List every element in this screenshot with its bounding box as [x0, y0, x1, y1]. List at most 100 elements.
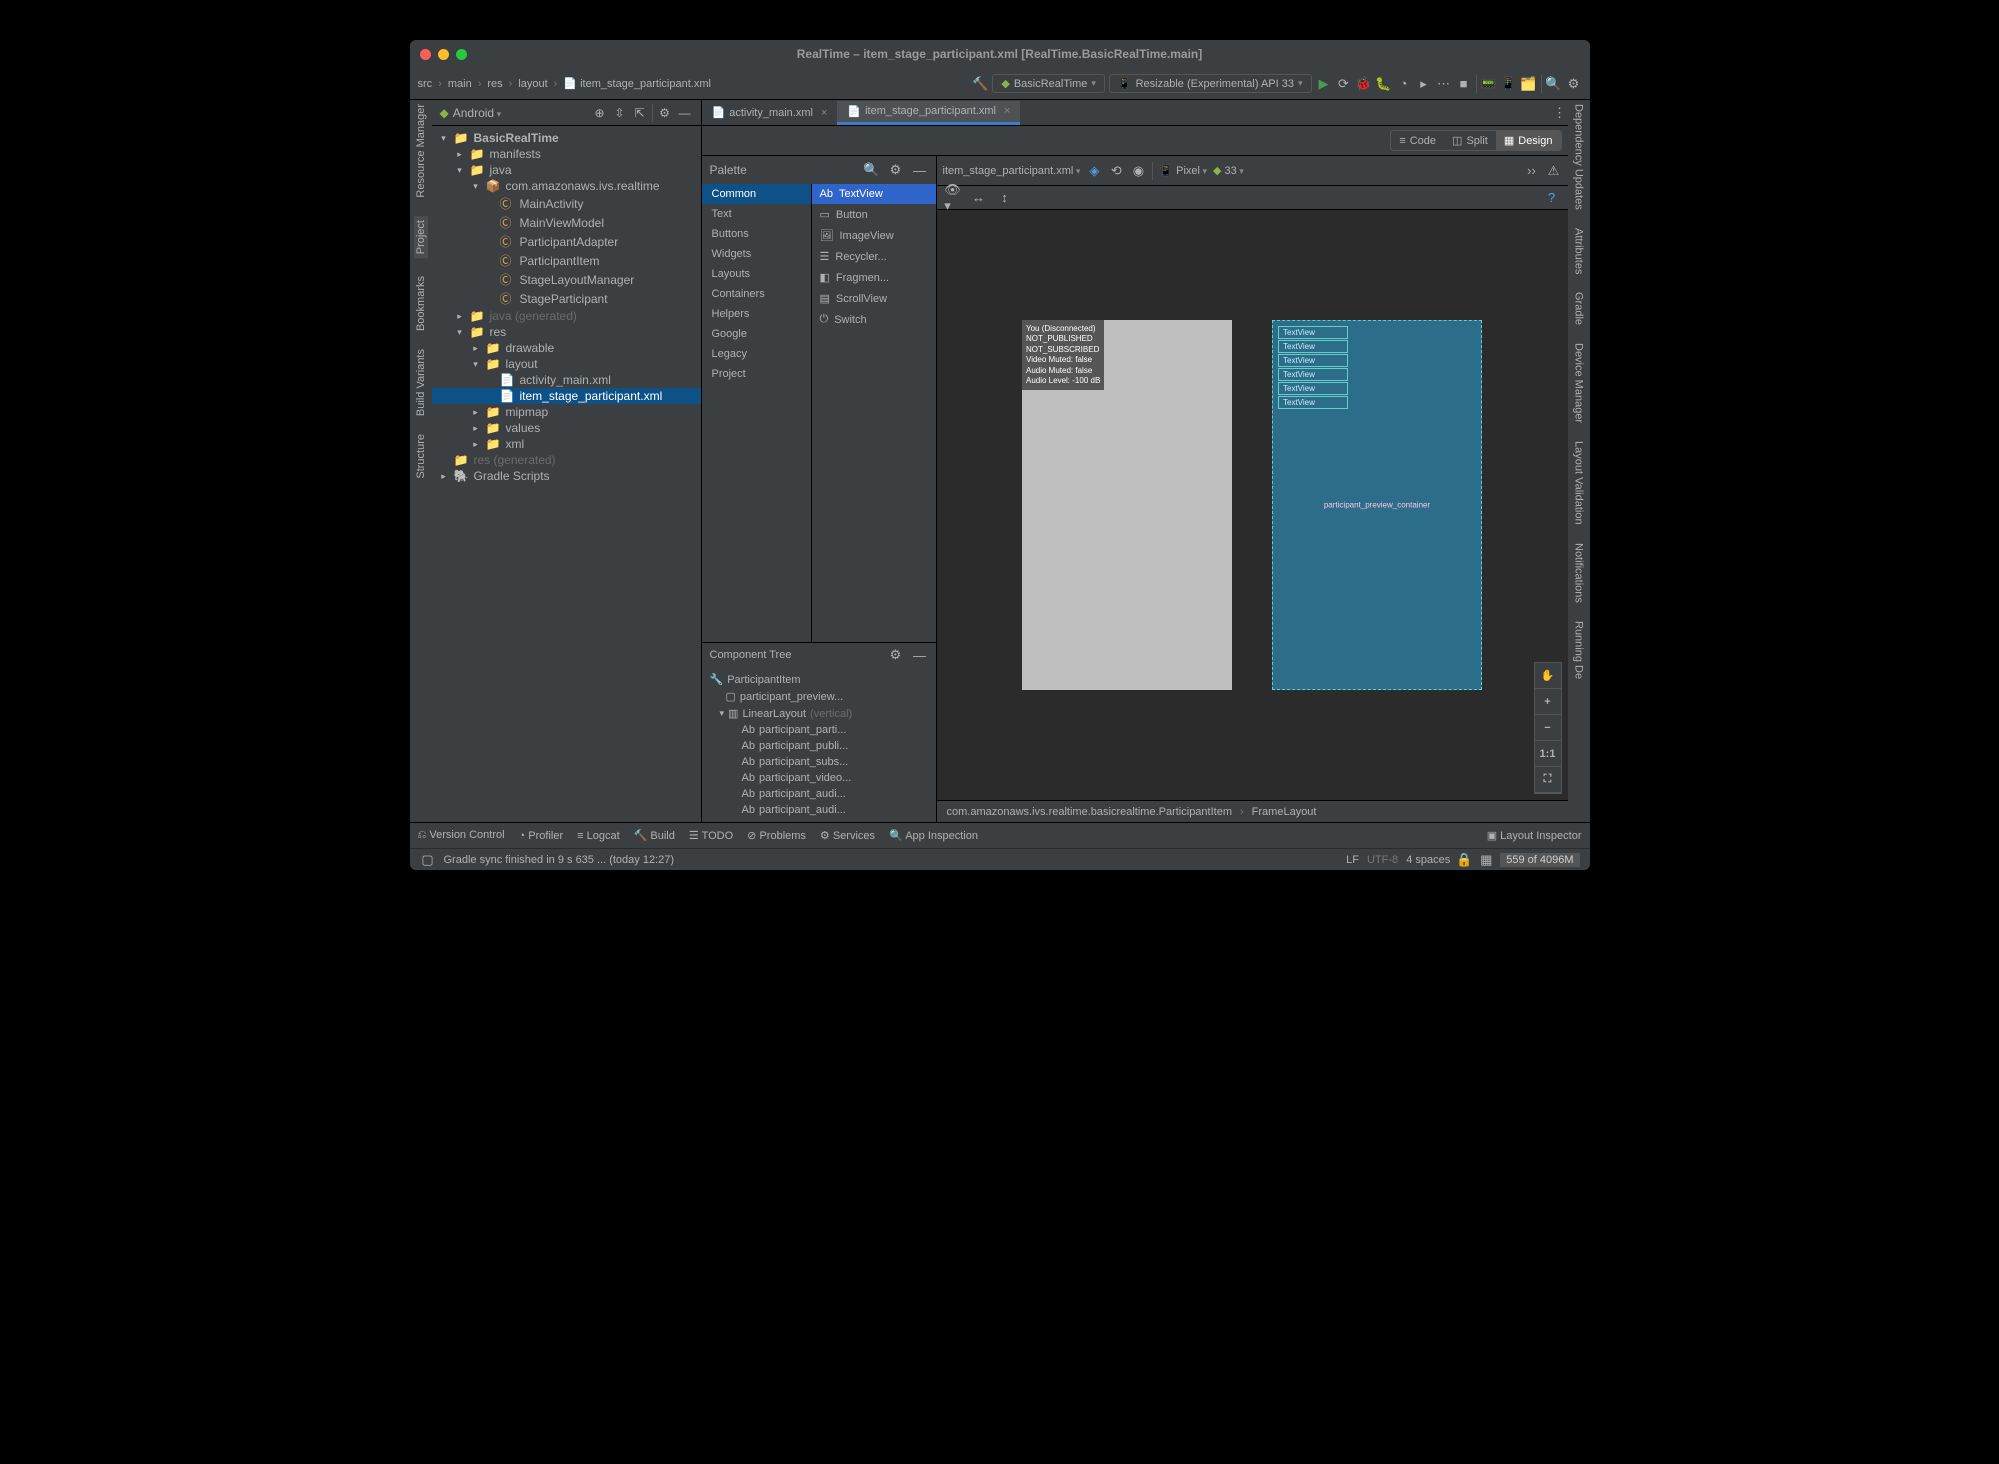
tree-manifests[interactable]: ▸📁manifests: [432, 146, 701, 162]
tree-class[interactable]: ⒸMainViewModel: [432, 213, 701, 232]
palette-widget[interactable]: ◧Fragmen...: [812, 267, 936, 288]
maximize-icon[interactable]: [456, 49, 467, 60]
rail-structure[interactable]: Structure: [415, 434, 427, 479]
settings-icon[interactable]: [1566, 76, 1582, 92]
bottom-tab[interactable]: 🔨 Build: [634, 829, 675, 842]
lock-icon[interactable]: 🔒: [1456, 852, 1472, 868]
encoding[interactable]: UTF-8: [1367, 854, 1398, 866]
palette-category[interactable]: Containers: [702, 284, 811, 304]
blueprint-item[interactable]: TextView: [1278, 326, 1348, 339]
tree-package[interactable]: ▾📦com.amazonaws.ivs.realtime: [432, 178, 701, 194]
component-tree-body[interactable]: 🔧ParticipantItem ▢participant_preview...…: [702, 667, 936, 822]
rail-running[interactable]: Running De: [1573, 621, 1585, 679]
rotate-icon[interactable]: ⟲: [1108, 163, 1124, 179]
tree-mipmap[interactable]: ▸📁mipmap: [432, 404, 701, 420]
run-config-device[interactable]: Resizable (Experimental) API 33: [1109, 74, 1312, 93]
debug-icon[interactable]: 🐞: [1356, 76, 1372, 92]
zoom-in-button[interactable]: +: [1535, 689, 1561, 715]
design-crumb-child[interactable]: FrameLayout: [1252, 806, 1317, 818]
apply-changes-icon[interactable]: ⟳: [1336, 76, 1352, 92]
tree-java-gen[interactable]: ▸📁java (generated): [432, 308, 701, 324]
resize-v-icon[interactable]: ↕: [997, 190, 1013, 206]
sdk-icon[interactable]: 📱: [1501, 76, 1517, 92]
target-icon[interactable]: ⊕: [592, 105, 608, 121]
ct-item[interactable]: Abparticipant_audi...: [702, 802, 936, 818]
ct-item[interactable]: ▢participant_preview...: [702, 688, 936, 705]
breadcrumb[interactable]: src main res layout 📄 item_stage_partici…: [418, 77, 711, 90]
palette-widget[interactable]: ☰Recycler...: [812, 246, 936, 267]
palette-category[interactable]: Google: [702, 324, 811, 344]
palette-widget[interactable]: 🖼ImageView: [812, 225, 936, 246]
crumb[interactable]: main: [448, 78, 472, 90]
view-design-button[interactable]: ▦Design: [1496, 131, 1561, 150]
collapse-icon[interactable]: ⇱: [632, 105, 648, 121]
rail-dep-updates[interactable]: Dependency Updates: [1573, 104, 1585, 210]
layout-inspector-button[interactable]: ▣ Layout Inspector: [1487, 829, 1582, 842]
rail-gradle[interactable]: Gradle: [1573, 292, 1585, 325]
zoom-reset-button[interactable]: 1:1: [1535, 741, 1561, 767]
expand-icon[interactable]: ⇳: [612, 105, 628, 121]
bottom-tab[interactable]: ≡ Logcat: [577, 830, 620, 842]
more-icon[interactable]: ⋯: [1436, 76, 1452, 92]
design-canvas[interactable]: You (Disconnected) NOT_PUBLISHED NOT_SUB…: [937, 210, 1568, 800]
tab-menu-icon[interactable]: ⋮: [1552, 105, 1568, 121]
palette-category[interactable]: Common: [702, 184, 811, 204]
tree-values[interactable]: ▸📁values: [432, 420, 701, 436]
tree-class[interactable]: ⒸStageLayoutManager: [432, 270, 701, 289]
search-icon[interactable]: [1546, 76, 1562, 92]
palette-category[interactable]: Text: [702, 204, 811, 224]
close-tab-icon[interactable]: ×: [821, 107, 827, 119]
run-config-app[interactable]: BasicRealTime: [992, 74, 1105, 93]
avd-icon[interactable]: 📟: [1481, 76, 1497, 92]
bottom-tab[interactable]: ⊘ Problems: [747, 829, 806, 842]
tree-res[interactable]: ▾📁res: [432, 324, 701, 340]
palette-category[interactable]: Layouts: [702, 264, 811, 284]
eye-icon[interactable]: 👁 ▾: [945, 190, 961, 206]
ct-item[interactable]: Abparticipant_parti...: [702, 722, 936, 738]
tree-xml[interactable]: ▸📁xml: [432, 436, 701, 452]
tree-class[interactable]: ⒸParticipantItem: [432, 251, 701, 270]
memory-indicator[interactable]: 559 of 4096M: [1500, 853, 1579, 867]
zoom-fit-button[interactable]: ⛶: [1535, 767, 1561, 793]
ct-item[interactable]: Abparticipant_video...: [702, 770, 936, 786]
tab-item-stage[interactable]: 📄item_stage_participant.xml×: [837, 101, 1020, 125]
resource-icon[interactable]: 🗂️: [1521, 76, 1537, 92]
build-icon[interactable]: [972, 76, 988, 92]
palette-category[interactable]: Helpers: [702, 304, 811, 324]
palette-widget[interactable]: AbTextView: [812, 184, 936, 204]
view-split-button[interactable]: ◫Split: [1444, 131, 1496, 150]
palette-search-icon[interactable]: [864, 162, 880, 178]
status-icon[interactable]: ▢: [420, 852, 436, 868]
ct-root[interactable]: 🔧ParticipantItem: [702, 671, 936, 688]
tree-class[interactable]: ⒸStageParticipant: [432, 289, 701, 308]
view-code-button[interactable]: ≡Code: [1391, 131, 1444, 150]
overflow-icon[interactable]: ››: [1524, 163, 1540, 179]
rail-layout-validation[interactable]: Layout Validation: [1573, 441, 1585, 525]
line-ending[interactable]: LF: [1346, 854, 1359, 866]
design-crumb-path[interactable]: com.amazonaws.ivs.realtime.basicrealtime…: [947, 806, 1233, 818]
tree-drawable[interactable]: ▸📁drawable: [432, 340, 701, 356]
tree-root[interactable]: ▾📁BasicRealTime: [432, 130, 701, 146]
coverage-icon[interactable]: 🐛: [1376, 76, 1392, 92]
pan-button[interactable]: ✋: [1535, 663, 1561, 689]
bottom-tab[interactable]: ◔ Profiler: [519, 830, 564, 842]
indent[interactable]: 4 spaces: [1406, 854, 1450, 866]
gear-icon[interactable]: [657, 105, 673, 121]
tree-layout-file-selected[interactable]: 📄item_stage_participant.xml: [432, 388, 701, 404]
blueprint-item[interactable]: TextView: [1278, 396, 1348, 409]
warnings-icon[interactable]: ⚠: [1546, 163, 1562, 179]
bottom-tab[interactable]: 🔍 App Inspection: [889, 829, 978, 842]
component-tree-hide-icon[interactable]: —: [912, 647, 928, 663]
zoom-out-button[interactable]: −: [1535, 715, 1561, 741]
palette-widget[interactable]: ▭Button: [812, 204, 936, 225]
tree-class[interactable]: ⒸParticipantAdapter: [432, 232, 701, 251]
palette-hide-icon[interactable]: —: [912, 162, 928, 178]
attach-icon[interactable]: ▸: [1416, 76, 1432, 92]
tree-layout-file[interactable]: 📄activity_main.xml: [432, 372, 701, 388]
crumb-file[interactable]: 📄 item_stage_participant.xml: [563, 77, 711, 90]
palette-category[interactable]: Widgets: [702, 244, 811, 264]
rail-build-variants[interactable]: Build Variants: [415, 349, 427, 416]
blueprint-item[interactable]: TextView: [1278, 368, 1348, 381]
rail-resource-manager[interactable]: Resource Manager: [415, 104, 427, 198]
crumb[interactable]: layout: [518, 78, 547, 90]
